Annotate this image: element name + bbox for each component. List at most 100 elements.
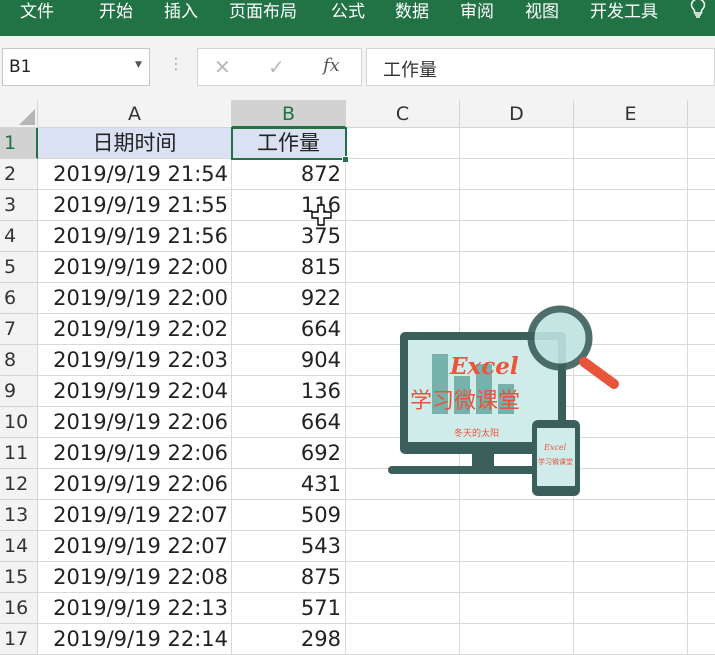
cell-datetime[interactable]: 2019/9/19 22:07 <box>38 531 232 562</box>
cell-datetime[interactable]: 2019/9/19 22:06 <box>38 469 232 500</box>
empty-cell[interactable] <box>346 624 460 655</box>
column-header-e[interactable]: E <box>574 100 688 128</box>
row-header-15[interactable]: 15 <box>0 562 38 593</box>
cell-datetime[interactable]: 2019/9/19 21:56 <box>38 221 232 252</box>
cell-workload[interactable]: 815 <box>232 252 346 283</box>
cell-workload[interactable]: 509 <box>232 500 346 531</box>
row-header-17[interactable]: 17 <box>0 624 38 655</box>
cell-datetime[interactable]: 2019/9/19 22:02 <box>38 314 232 345</box>
empty-cell[interactable] <box>688 438 715 469</box>
cancel-icon[interactable]: ✕ <box>214 55 231 79</box>
cell-datetime[interactable]: 2019/9/19 22:00 <box>38 283 232 314</box>
chevron-down-icon[interactable]: ▼ <box>135 60 142 70</box>
empty-cell[interactable] <box>346 159 460 190</box>
empty-cell[interactable] <box>460 562 574 593</box>
column-header-b[interactable]: B <box>232 100 346 128</box>
column-header-f[interactable] <box>688 100 715 128</box>
cell-workload[interactable]: 875 <box>232 562 346 593</box>
empty-cell[interactable] <box>346 562 460 593</box>
tab-home[interactable]: 开始 <box>99 0 133 22</box>
empty-cell[interactable] <box>574 562 688 593</box>
empty-cell[interactable] <box>460 531 574 562</box>
empty-cell[interactable] <box>574 190 688 221</box>
cell-b1-header[interactable]: 工作量 <box>232 128 346 159</box>
cell-a1-header[interactable]: 日期时间 <box>38 128 232 159</box>
empty-cell[interactable] <box>574 593 688 624</box>
row-header-10[interactable]: 10 <box>0 407 38 438</box>
cell-workload[interactable]: 298 <box>232 624 346 655</box>
row-header-9[interactable]: 9 <box>0 376 38 407</box>
cell-datetime[interactable]: 2019/9/19 22:00 <box>38 252 232 283</box>
name-box[interactable]: B1 ▼ <box>2 48 150 86</box>
empty-cell[interactable] <box>688 562 715 593</box>
insert-function-icon[interactable]: fx <box>323 55 340 76</box>
empty-cell[interactable] <box>688 252 715 283</box>
cell-datetime[interactable]: 2019/9/19 22:14 <box>38 624 232 655</box>
lightbulb-icon[interactable] <box>690 0 706 23</box>
empty-cell[interactable] <box>346 500 460 531</box>
cell-datetime[interactable]: 2019/9/19 22:03 <box>38 345 232 376</box>
column-header-c[interactable]: C <box>346 100 460 128</box>
empty-cell[interactable] <box>688 624 715 655</box>
empty-cell[interactable] <box>688 593 715 624</box>
empty-cell[interactable] <box>688 407 715 438</box>
column-header-d[interactable]: D <box>460 100 574 128</box>
cell-workload[interactable]: 904 <box>232 345 346 376</box>
empty-cell[interactable] <box>346 128 460 159</box>
cell-datetime[interactable]: 2019/9/19 22:06 <box>38 438 232 469</box>
empty-cell[interactable] <box>688 500 715 531</box>
row-header-5[interactable]: 5 <box>0 252 38 283</box>
empty-cell[interactable] <box>688 190 715 221</box>
column-header-a[interactable]: A <box>38 100 232 128</box>
row-header-7[interactable]: 7 <box>0 314 38 345</box>
empty-cell[interactable] <box>460 190 574 221</box>
cell-workload[interactable]: 543 <box>232 531 346 562</box>
tab-page-layout[interactable]: 页面布局 <box>229 0 297 22</box>
fill-handle[interactable] <box>342 156 349 163</box>
tab-review[interactable]: 审阅 <box>460 0 494 22</box>
empty-cell[interactable] <box>688 376 715 407</box>
empty-cell[interactable] <box>688 221 715 252</box>
row-header-4[interactable]: 4 <box>0 221 38 252</box>
cell-workload[interactable]: 922 <box>232 283 346 314</box>
tab-data[interactable]: 数据 <box>395 0 429 22</box>
cell-workload[interactable]: 571 <box>232 593 346 624</box>
enter-icon[interactable]: ✓ <box>268 55 285 79</box>
empty-cell[interactable] <box>460 252 574 283</box>
row-header-13[interactable]: 13 <box>0 500 38 531</box>
formula-input[interactable]: 工作量 <box>366 48 715 86</box>
empty-cell[interactable] <box>460 500 574 531</box>
cell-datetime[interactable]: 2019/9/19 22:04 <box>38 376 232 407</box>
row-header-6[interactable]: 6 <box>0 283 38 314</box>
empty-cell[interactable] <box>460 624 574 655</box>
cell-datetime[interactable]: 2019/9/19 22:06 <box>38 407 232 438</box>
row-header-1[interactable]: 1 <box>0 128 38 159</box>
empty-cell[interactable] <box>574 159 688 190</box>
select-all-button[interactable] <box>0 100 38 128</box>
empty-cell[interactable] <box>688 531 715 562</box>
empty-cell[interactable] <box>688 469 715 500</box>
cell-datetime[interactable]: 2019/9/19 22:08 <box>38 562 232 593</box>
empty-cell[interactable] <box>346 252 460 283</box>
empty-cell[interactable] <box>346 593 460 624</box>
empty-cell[interactable] <box>688 283 715 314</box>
empty-cell[interactable] <box>574 252 688 283</box>
row-header-12[interactable]: 12 <box>0 469 38 500</box>
row-header-3[interactable]: 3 <box>0 190 38 221</box>
tab-file[interactable]: 文件 <box>20 0 54 22</box>
empty-cell[interactable] <box>688 345 715 376</box>
cell-workload[interactable]: 664 <box>232 314 346 345</box>
drag-handle-icon[interactable]: ⋮ <box>168 56 184 72</box>
tab-insert[interactable]: 插入 <box>164 0 198 22</box>
empty-cell[interactable] <box>688 314 715 345</box>
row-header-2[interactable]: 2 <box>0 159 38 190</box>
empty-cell[interactable] <box>574 221 688 252</box>
cell-workload[interactable]: 136 <box>232 376 346 407</box>
cell-workload[interactable]: 431 <box>232 469 346 500</box>
tab-formulas[interactable]: 公式 <box>331 0 365 22</box>
cell-datetime[interactable]: 2019/9/19 22:13 <box>38 593 232 624</box>
cell-workload[interactable]: 872 <box>232 159 346 190</box>
empty-cell[interactable] <box>574 531 688 562</box>
empty-cell[interactable] <box>460 221 574 252</box>
row-header-14[interactable]: 14 <box>0 531 38 562</box>
